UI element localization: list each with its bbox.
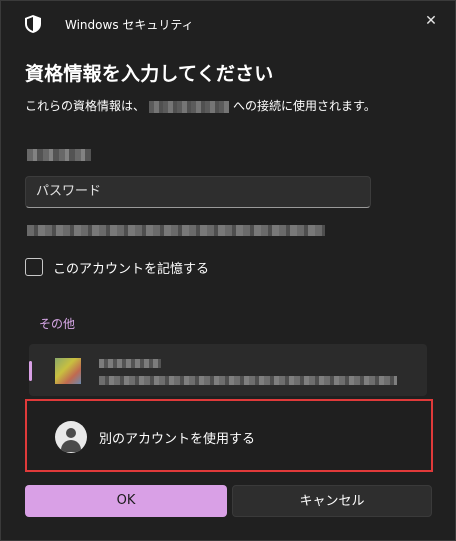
dialog-heading: 資格情報を入力してください bbox=[25, 63, 274, 85]
account-avatar bbox=[55, 358, 81, 384]
credential-dialog: Windows セキュリティ ✕ 資格情報を入力してください これらの資格情報は… bbox=[0, 0, 456, 541]
person-icon bbox=[55, 421, 87, 453]
selection-indicator bbox=[29, 361, 32, 381]
redacted-username bbox=[27, 149, 91, 161]
subtitle-prefix: これらの資格情報は、 bbox=[25, 99, 146, 113]
redacted-account-email bbox=[99, 376, 397, 385]
redacted-server-name bbox=[149, 100, 230, 113]
password-input[interactable]: パスワード bbox=[25, 176, 371, 208]
redacted-account-name bbox=[99, 359, 161, 368]
ok-button[interactable]: OK bbox=[25, 485, 227, 517]
dialog-subtitle: これらの資格情報は、 への接続に使用されます。 bbox=[25, 97, 376, 114]
app-title: Windows セキュリティ bbox=[65, 18, 194, 32]
other-section-label: その他 bbox=[39, 317, 76, 331]
remember-checkbox[interactable] bbox=[25, 258, 43, 276]
remember-label[interactable]: このアカウントを記憶する bbox=[53, 258, 209, 277]
close-button[interactable]: ✕ bbox=[421, 11, 441, 31]
shield-icon bbox=[25, 15, 41, 33]
close-icon[interactable]: ✕ bbox=[425, 13, 437, 29]
use-other-account-label[interactable]: 別のアカウントを使用する bbox=[99, 428, 255, 447]
cancel-button[interactable]: キャンセル bbox=[232, 485, 432, 517]
use-other-account-item[interactable]: 別のアカウントを使用する bbox=[25, 399, 433, 472]
saved-account-item[interactable] bbox=[29, 344, 427, 396]
title-bar: Windows セキュリティ ✕ bbox=[1, 1, 455, 45]
redacted-domain-info bbox=[27, 225, 325, 236]
subtitle-suffix: への接続に使用されます。 bbox=[233, 99, 376, 113]
remember-account-row[interactable]: このアカウントを記憶する bbox=[25, 256, 209, 278]
